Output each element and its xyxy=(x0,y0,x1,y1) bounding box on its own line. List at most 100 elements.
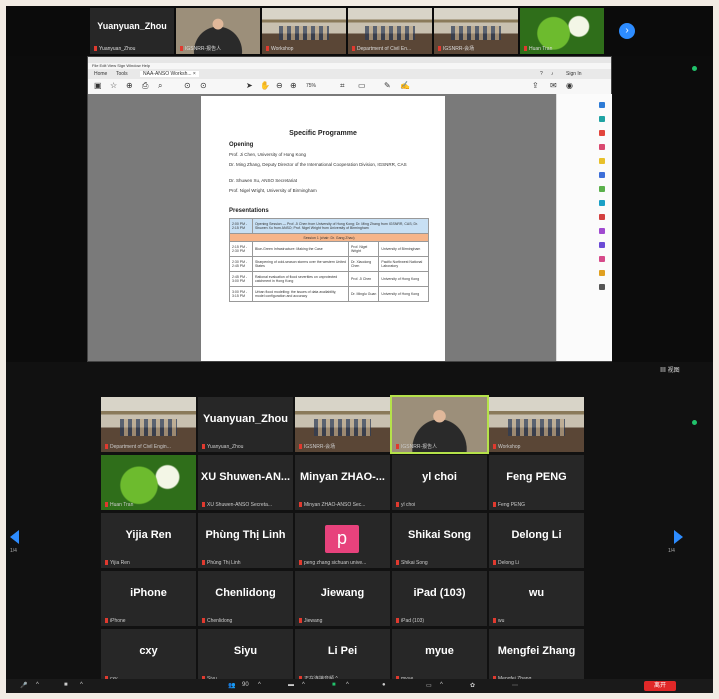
tool-icon[interactable] xyxy=(599,256,605,262)
participant-tile[interactable]: Phùng Thị Linh Phùng Thị Linh xyxy=(198,513,293,568)
participant-tile[interactable]: iPad (103) iPad (103) xyxy=(392,571,487,626)
prev-page-icon[interactable] xyxy=(10,530,19,544)
strip-tile[interactable]: IGSNRR-报告人 xyxy=(176,8,260,54)
search-icon[interactable]: ⌕ xyxy=(158,81,162,91)
doc-heading: Specific Programme xyxy=(289,130,357,137)
participant-tile[interactable]: Mengfei Zhang Mengfei Zhang xyxy=(489,629,584,684)
participant-tile[interactable]: cxy cxy xyxy=(101,629,196,684)
participant-display-name: yl choi xyxy=(422,471,457,483)
participant-display-name: Yuanyuan_Zhou xyxy=(203,413,288,425)
share-screen-icon[interactable]: ■ xyxy=(332,682,336,688)
account-icon[interactable]: ◉ xyxy=(566,81,573,90)
participant-tile[interactable]: IGSNRR-会场 xyxy=(295,397,390,452)
tool-icon[interactable] xyxy=(599,270,605,276)
tool-icon[interactable] xyxy=(599,158,605,164)
tab-document[interactable]: NAA-ANSO Worksh... × xyxy=(140,71,199,77)
participant-display-name: wu xyxy=(528,587,545,599)
print-icon[interactable]: ⎙ xyxy=(142,81,148,91)
tool-icon[interactable] xyxy=(599,284,605,290)
star-icon[interactable]: ☆ xyxy=(110,81,117,90)
comment-icon[interactable]: ▭ xyxy=(358,81,366,90)
strip-tile[interactable]: Workshop xyxy=(262,8,346,54)
participant-tile[interactable]: Minyan ZHAO-... Minyan ZHAO-ANSO Sec... xyxy=(295,455,390,510)
chevron-up-icon[interactable]: ^ xyxy=(80,682,83,688)
next-page-icon[interactable] xyxy=(674,530,683,544)
more-icon[interactable]: ⋯ xyxy=(512,682,518,689)
table-cell: 2:45 PM - 3:00 PM xyxy=(229,271,253,287)
chevron-up-icon[interactable]: ^ xyxy=(302,682,305,688)
tool-icon[interactable] xyxy=(599,130,605,136)
participant-tile[interactable]: Huan Tran xyxy=(101,455,196,510)
reactions-icon[interactable]: ▭ xyxy=(426,682,432,689)
view-switch[interactable]: ▦ 视图 xyxy=(660,365,680,374)
apps-icon[interactable]: ✿ xyxy=(470,682,475,689)
page-down-icon[interactable]: ⊙ xyxy=(200,81,207,90)
tab-tools[interactable]: Tools xyxy=(116,71,128,77)
help-icon[interactable]: ? xyxy=(540,71,543,77)
strip-tile[interactable]: Department of Civil En... xyxy=(348,8,432,54)
upload-icon[interactable]: ⊕ xyxy=(126,81,133,90)
tool-icon[interactable] xyxy=(599,116,605,122)
cursor-icon[interactable]: ➤ xyxy=(246,81,253,90)
chevron-up-icon[interactable]: ^ xyxy=(440,682,443,688)
sign-in-link[interactable]: Sign In xyxy=(566,71,582,77)
table-cell: Rational evaluation of flood severities … xyxy=(251,271,350,287)
tool-icon[interactable] xyxy=(599,186,605,192)
participant-tile[interactable]: Li Pei 正在连接音频 ^ xyxy=(295,629,390,684)
participant-tile[interactable]: p peng zhang sichuan unive... xyxy=(295,513,390,568)
chevron-up-icon[interactable]: ^ xyxy=(36,682,39,688)
chat-icon[interactable]: ▬ xyxy=(288,682,294,688)
tile-name: Yuanyuan_Zhou xyxy=(94,46,135,52)
mail-icon[interactable]: ✉ xyxy=(550,81,557,90)
participant-tile[interactable]: Siyu Siyu xyxy=(198,629,293,684)
participant-tile[interactable]: Jiewang Jiewang xyxy=(295,571,390,626)
leave-button[interactable]: 离开 xyxy=(644,681,676,691)
save-icon[interactable]: ▣ xyxy=(94,81,102,90)
participant-tile[interactable]: Yuanyuan_Zhou Yuanyuan_Zhou xyxy=(198,397,293,452)
mute-icon[interactable]: 🎤 xyxy=(20,682,27,689)
sign-icon[interactable]: ✍ xyxy=(400,81,410,90)
participant-tile[interactable]: XU Shuwen-AN... XU Shuwen-ANSO Secreta..… xyxy=(198,455,293,510)
page-up-icon[interactable]: ⊙ xyxy=(184,81,191,90)
chevron-up-icon[interactable]: ^ xyxy=(346,682,349,688)
participant-tile[interactable]: Feng PENG Feng PENG xyxy=(489,455,584,510)
next-page-icon[interactable]: › xyxy=(619,23,635,39)
tool-icon[interactable] xyxy=(599,200,605,206)
participant-tile[interactable]: yl choi yl choi xyxy=(392,455,487,510)
zoom-in-icon[interactable]: ⊕ xyxy=(290,81,297,90)
fit-icon[interactable]: ⌗ xyxy=(340,81,345,91)
share-icon[interactable]: ⇪ xyxy=(532,81,539,90)
hand-icon[interactable]: ✋ xyxy=(260,81,270,90)
document-viewport[interactable]: Specific Programme Opening Prof. Ji Chen… xyxy=(88,94,556,361)
participant-tile-active-speaker[interactable]: IGSNRR-报告人 xyxy=(390,395,489,454)
participant-tile[interactable]: Delong Li Delong Li xyxy=(489,513,584,568)
participant-name: IGSNRR-报告人 xyxy=(396,443,437,450)
tool-icon[interactable] xyxy=(599,242,605,248)
tool-icon[interactable] xyxy=(599,228,605,234)
tool-icon[interactable] xyxy=(599,144,605,150)
participant-tile[interactable]: Shikai Song Shikai Song xyxy=(392,513,487,568)
participant-tile[interactable]: iPhone iPhone xyxy=(101,571,196,626)
tool-icon[interactable] xyxy=(599,172,605,178)
participant-name: Workshop xyxy=(493,444,520,450)
chevron-up-icon[interactable]: ^ xyxy=(258,682,261,688)
participant-tile[interactable]: Chenlidong Chenlidong xyxy=(198,571,293,626)
participant-tile[interactable]: wu wu xyxy=(489,571,584,626)
participant-tile[interactable]: Workshop xyxy=(489,397,584,452)
bell-icon[interactable]: ♪ xyxy=(551,71,554,77)
participant-tile[interactable]: myue myue xyxy=(392,629,487,684)
tool-icon[interactable] xyxy=(599,102,605,108)
participants-icon[interactable]: 👥 xyxy=(228,682,235,689)
video-off-icon[interactable]: ■ xyxy=(64,682,68,688)
participant-tile[interactable]: Department of Civil Engin... xyxy=(101,397,196,452)
tab-home[interactable]: Home xyxy=(94,71,107,77)
strip-tile[interactable]: Yuanyuan_Zhou Yuanyuan_Zhou xyxy=(90,8,174,54)
strip-tile[interactable]: IGSNRR-会场 xyxy=(434,8,518,54)
strip-tile[interactable]: Huan Tran xyxy=(520,8,604,54)
tool-icon[interactable] xyxy=(599,214,605,220)
record-icon[interactable]: ● xyxy=(382,682,386,688)
zoom-out-icon[interactable]: ⊖ xyxy=(276,81,283,90)
highlight-icon[interactable]: ✎ xyxy=(384,81,391,90)
participant-tile[interactable]: Yijia Ren Yijia Ren xyxy=(101,513,196,568)
zoom-level[interactable]: 75% xyxy=(306,83,316,89)
